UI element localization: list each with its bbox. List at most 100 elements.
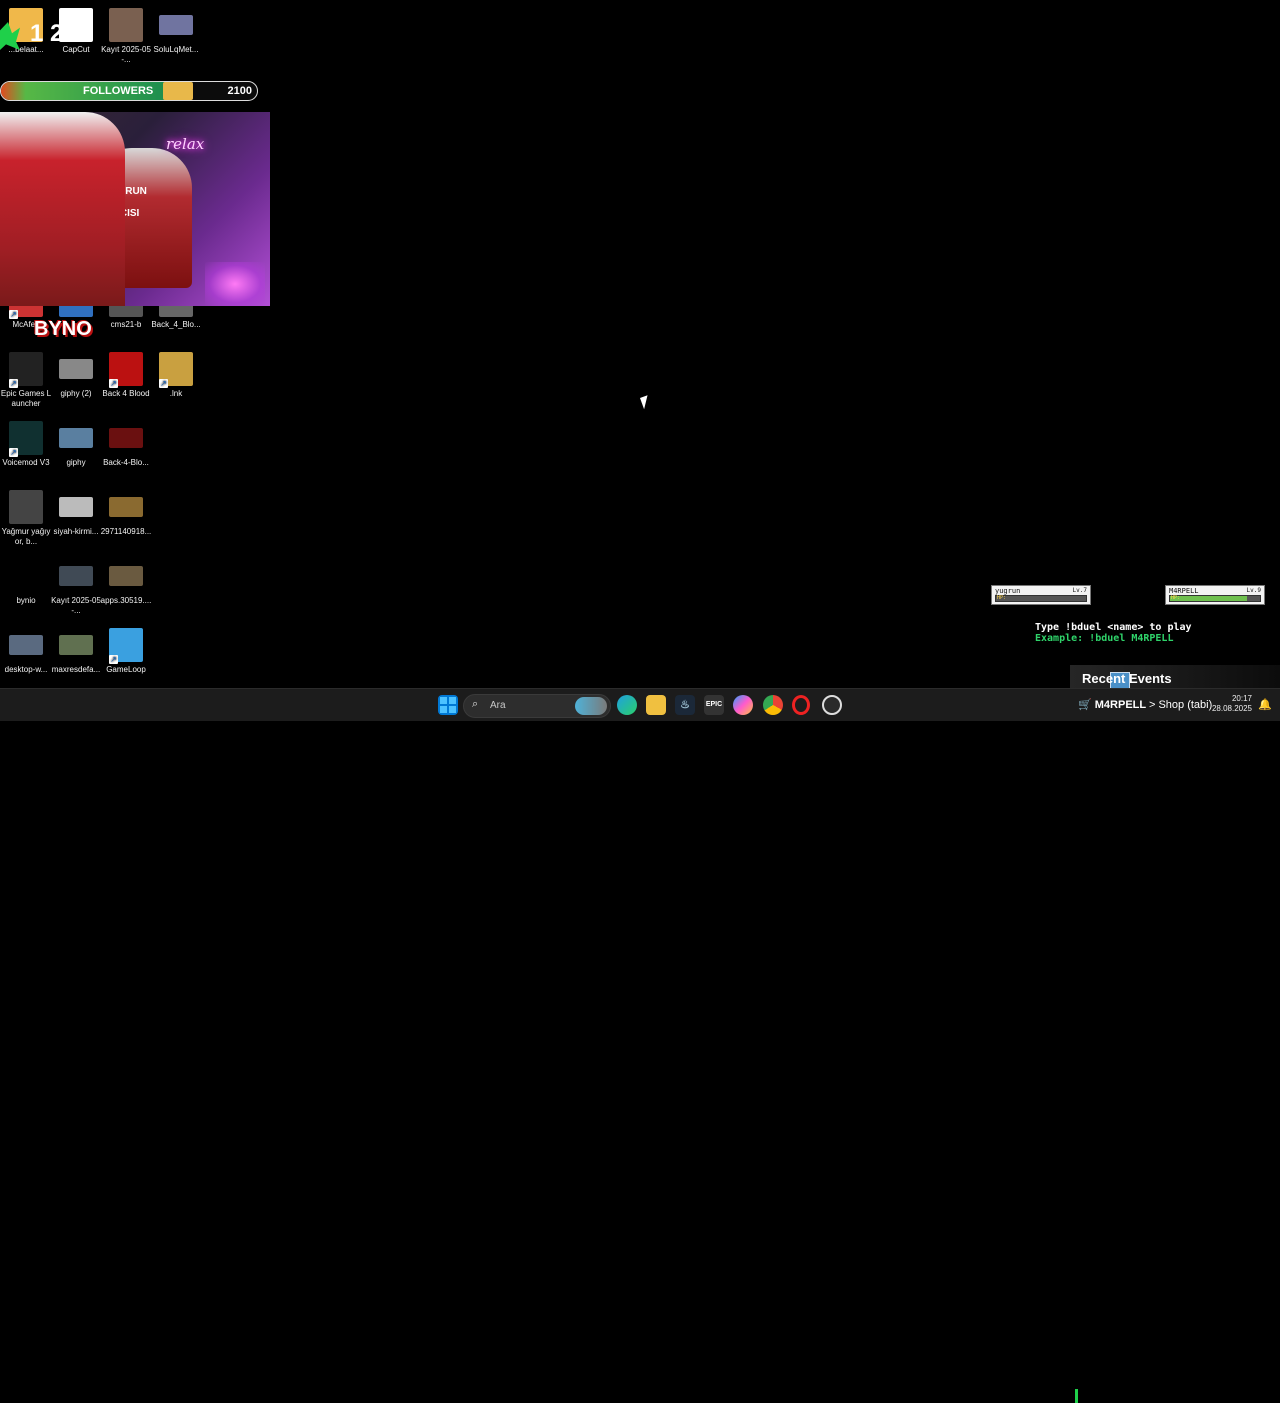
- shortcut-arrow-icon: ↗: [159, 379, 168, 388]
- edge-icon[interactable]: [617, 695, 637, 715]
- notification-icon[interactable]: 🔔: [1258, 698, 1272, 711]
- duel-help-line1: Type !bduel <name> to play: [1035, 622, 1192, 633]
- shop-accent-bar: [1075, 1389, 1078, 1403]
- desktop-icon-label: bynio: [16, 596, 36, 605]
- clock-date: 28.08.2025: [1211, 704, 1252, 713]
- desktop-icon[interactable]: SoluLqMet...: [150, 8, 202, 55]
- desktop-icon[interactable]: ↗ Back 4 Blood: [100, 352, 152, 399]
- file-thumbnail-icon: ↗: [9, 421, 43, 457]
- desktop-icon[interactable]: maxresdefa...: [50, 628, 102, 675]
- copilot-icon[interactable]: [733, 695, 753, 715]
- clock[interactable]: 20:17 28.08.2025: [1212, 694, 1252, 714]
- epic-games-icon[interactable]: EPIC: [704, 695, 724, 715]
- desktop-icon[interactable]: apps.30519....: [100, 559, 152, 606]
- shortcut-arrow-icon: ↗: [109, 379, 118, 388]
- desktop-icon[interactable]: giphy: [50, 421, 102, 468]
- desktop-icon[interactable]: siyah-kirmi...: [50, 490, 102, 537]
- desktop-icon[interactable]: Kayıt 2025-05-...: [100, 8, 152, 65]
- desktop-icon-label: Kayıt 2025-05-...: [101, 45, 151, 64]
- search-highlight-image: [575, 697, 607, 715]
- desktop-icon-label: 2971140918...: [100, 527, 152, 536]
- duel-help-line2: Example: !bduel M4RPELL: [1035, 633, 1174, 644]
- desktop-icon[interactable]: giphy (2): [50, 352, 102, 399]
- followers-label: FOLLOWERS: [83, 85, 154, 97]
- desktop-icon[interactable]: bynio: [0, 559, 52, 606]
- desktop-icon-label: maxresdefa...: [51, 665, 101, 674]
- desktop-icon[interactable]: ↗ .lnk: [150, 352, 202, 399]
- mouse-cursor-icon: [640, 395, 652, 410]
- desktop-icon[interactable]: Back-4-Blo...: [100, 421, 152, 468]
- overlay-number: 1 2: [30, 20, 64, 47]
- duel-player2-hp-bar: HP:: [1169, 595, 1261, 602]
- duel-player1-card: yugrun Lv.7 HP:: [991, 585, 1091, 605]
- desktop-icon[interactable]: ↗ Epic Games Launcher: [0, 352, 52, 409]
- file-thumbnail-icon: [59, 359, 93, 379]
- desktop-icon[interactable]: ↗ Voicemod V3: [0, 421, 52, 468]
- desktop-icon[interactable]: desktop-w...: [0, 628, 52, 675]
- file-thumbnail-icon: [9, 559, 43, 593]
- file-thumbnail-icon: [59, 566, 93, 586]
- duel-player1-hp-label: HP:: [997, 595, 1007, 601]
- purple-lamp: [205, 262, 265, 306]
- duel-player2-hp-label: HP:: [1171, 595, 1181, 601]
- neon-sign: relax: [166, 135, 205, 153]
- file-thumbnail-icon: [59, 8, 93, 42]
- desktop-icon[interactable]: ↗ GameLoop: [100, 628, 152, 675]
- desktop-icon-label: Yağmur yağıyor, b...: [1, 527, 51, 546]
- desktop-icon-label: Back 4 Blood: [102, 389, 150, 398]
- file-thumbnail-icon: [109, 428, 143, 448]
- file-thumbnail-icon: [9, 635, 43, 655]
- desktop-icon-label: giphy: [66, 458, 86, 467]
- desktop-icon[interactable]: Yağmur yağıyor, b...: [0, 490, 52, 547]
- shortcut-arrow-icon: ↗: [9, 379, 18, 388]
- followers-count: 2100: [227, 85, 252, 97]
- shop-text: > Shop (tabi): [1148, 699, 1213, 711]
- recent-events-panel: Recent Events: [1070, 665, 1280, 692]
- taskbar-search[interactable]: ⌕ Ara: [463, 694, 611, 718]
- shortcut-arrow-icon: ↗: [9, 310, 18, 319]
- search-icon: ⌕: [472, 698, 479, 710]
- desktop: ...belaat... CapCut Kayıt 2025-05-... SoluL…: [0, 0, 1280, 692]
- opera-icon[interactable]: [792, 695, 810, 715]
- shortcut-arrow-icon: ↗: [9, 448, 18, 457]
- file-thumbnail-icon: [109, 497, 143, 517]
- folder-icon: [163, 82, 193, 100]
- chrome-icon[interactable]: [763, 695, 783, 715]
- desktop-icon-label: cms21-b: [110, 320, 142, 329]
- file-thumbnail-icon: [59, 635, 93, 655]
- duel-player1-hp-bar: HP:: [995, 595, 1087, 602]
- desktop-icon-label: SoluLqMet...: [153, 45, 199, 54]
- desktop-icon-label: Epic Games Launcher: [0, 389, 52, 408]
- desktop-icon-label: siyah-kirmi...: [53, 527, 99, 536]
- obs-icon[interactable]: [822, 695, 842, 715]
- start-icon[interactable]: [438, 695, 458, 715]
- duel-player2-name: M4RPELL: [1169, 587, 1199, 595]
- desktop-icon-label: Back-4-Blo...: [103, 458, 149, 467]
- file-thumbnail-icon: [109, 8, 143, 42]
- desktop-icon-label: giphy (2): [60, 389, 92, 398]
- file-thumbnail-icon: [59, 428, 93, 448]
- recent-events-title: Recent Events: [1082, 671, 1172, 686]
- duel-player2-level: Lv.9: [1246, 587, 1261, 594]
- shop-user: M4RPELL: [1094, 699, 1146, 711]
- shop-ticker: 🛒 M4RPELL > Shop (tabi): [1078, 698, 1212, 711]
- search-placeholder: Ara: [490, 700, 506, 711]
- duel-player2-hp-fill: [1170, 596, 1247, 601]
- desktop-icon-label: .lnk: [169, 389, 183, 398]
- desktop-icon[interactable]: Kayıt 2025-05-...: [50, 559, 102, 616]
- duel-instructions: Type !bduel <name> to play Example: !bdu…: [1035, 622, 1192, 644]
- duel-player1-name: yugrun: [995, 587, 1021, 595]
- streamer: [0, 112, 125, 306]
- desktop-icon-label: GameLoop: [106, 665, 146, 674]
- desktop-icon-label: desktop-w...: [4, 665, 48, 674]
- file-thumbnail-icon: [9, 490, 43, 524]
- desktop-icon[interactable]: 2971140918...: [100, 490, 152, 537]
- desktop-icon-label: apps.30519....: [100, 596, 152, 605]
- file-thumbnail-icon: [59, 497, 93, 517]
- followers-goal-bar: FOLLOWERS 2100: [0, 81, 258, 101]
- file-explorer-icon[interactable]: [646, 695, 666, 715]
- file-thumbnail-icon: ↗: [9, 352, 43, 388]
- shortcut-arrow-icon: ↗: [109, 655, 118, 664]
- desktop-icon-label: Kayıt 2025-05-...: [51, 596, 101, 615]
- steam-icon[interactable]: ♨: [675, 695, 695, 715]
